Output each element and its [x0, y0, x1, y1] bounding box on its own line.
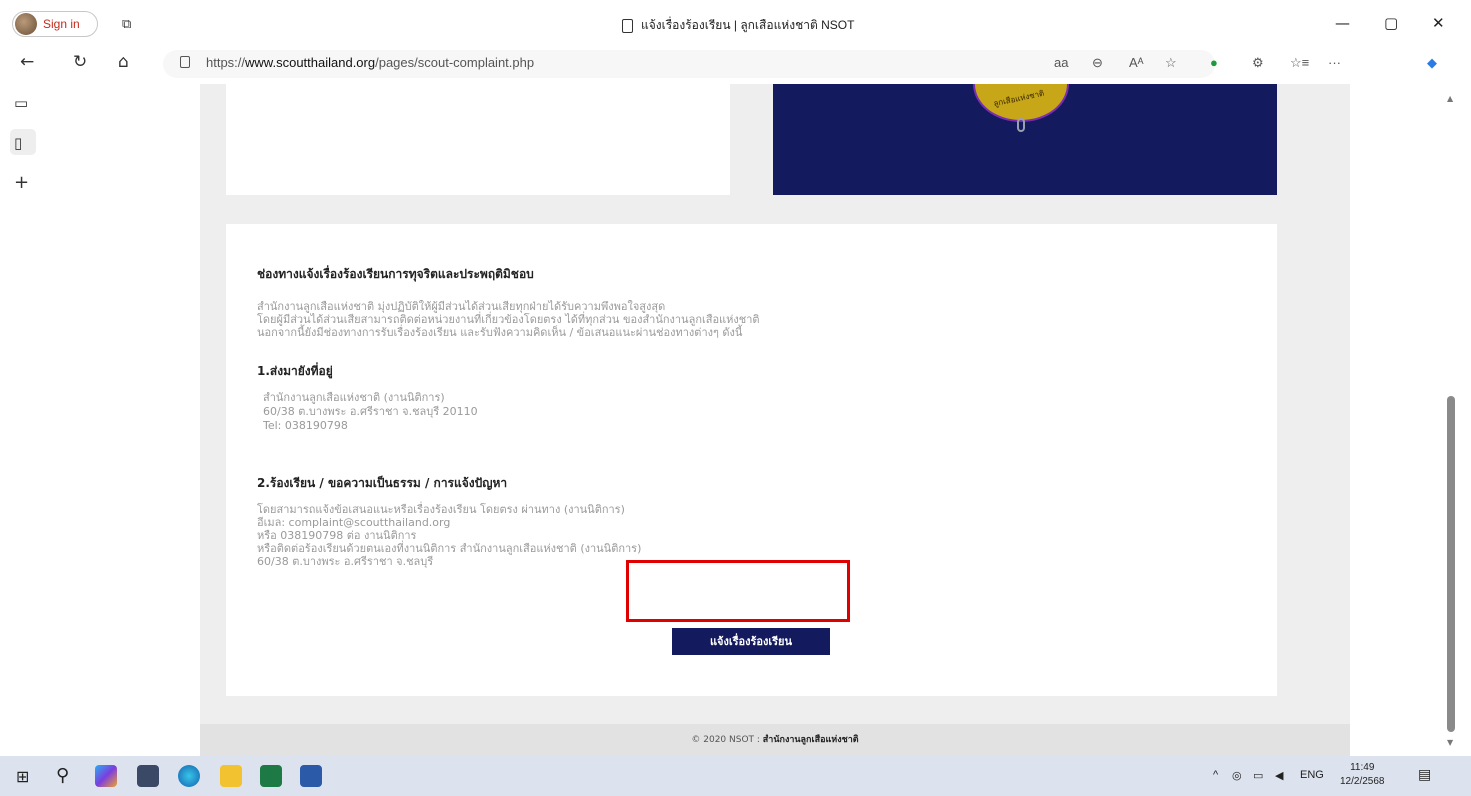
store-app-icon[interactable] [137, 765, 159, 787]
clock-time: 11:49 [1350, 762, 1375, 773]
home-icon[interactable]: ⌂ [118, 52, 129, 72]
page-viewport: ลูกเสือแห่งชาติ ช่องทางแจ้งเรื่องร้องเรี… [46, 84, 1436, 756]
start-icon[interactable]: ⊞ [16, 767, 29, 786]
intro-line: นอกจากนี้ยังมีช่องทางการรับเรื่องร้องเรี… [257, 326, 743, 339]
complaint-channels: โดยสามารถแจ้งข้อเสนอแนะหรือเรื่องร้องเรี… [257, 503, 641, 568]
language-indicator[interactable]: ENG [1300, 769, 1324, 781]
favorite-star-icon[interactable]: ☆ [1165, 55, 1177, 71]
back-icon[interactable]: ← [20, 52, 34, 72]
highlight-box [626, 560, 850, 622]
top-left-card [226, 84, 730, 195]
browser-titlebar: Sign in ⧉ แจ้งเรื่องร้องเรียน | ลูกเสือแ… [0, 0, 1471, 46]
url-text[interactable]: https://www.scoutthailand.org/pages/scou… [206, 55, 534, 70]
scroll-up-icon[interactable]: ▲ [1447, 94, 1453, 103]
channel-line: โดยสามารถแจ้งข้อเสนอแนะหรือเรื่องร้องเรี… [257, 503, 625, 516]
channel-line: หรือติดต่อร้องเรียนด้วยตนเองที่งานนิติกา… [257, 542, 642, 555]
immersive-reader-icon[interactable]: Aᴬ [1129, 55, 1144, 70]
complaint-card: ช่องทางแจ้งเรื่องร้องเรียนการทุจริตและปร… [226, 224, 1277, 696]
address-line: สำนักงานลูกเสือแห่งชาติ (งานนิติการ) [263, 391, 445, 404]
new-tab-icon[interactable]: + [14, 172, 29, 193]
copilot-icon[interactable]: ◆ [1427, 55, 1437, 71]
grammarly-icon[interactable]: ● [1210, 55, 1218, 70]
restore-button[interactable]: ▢ [1384, 14, 1398, 32]
meet-now-icon[interactable]: ◎ [1232, 769, 1242, 782]
refresh-icon[interactable]: ↻ [73, 52, 87, 72]
edge-app-icon[interactable] [178, 765, 200, 787]
close-button[interactable]: ✕ [1432, 14, 1445, 32]
extensions-icon[interactable]: ⚙ [1252, 55, 1264, 71]
address-block: สำนักงานลูกเสือแห่งชาติ (งานนิติการ) 60/… [257, 391, 478, 433]
system-clock[interactable]: 11:49 12/2/2568 [1340, 761, 1385, 789]
excel-app-icon[interactable] [260, 765, 282, 787]
file-explorer-icon[interactable] [220, 765, 242, 787]
section2-title: 2.ร้องเรียน / ขอความเป็นธรรม / การแจ้งปั… [257, 476, 508, 490]
footer-copyright: © 2020 NSOT : [691, 735, 763, 745]
tab-actions-icon[interactable]: ▭ [14, 94, 28, 112]
intro-paragraph: สำนักงานลูกเสือแห่งชาติ มุ่งปฏิบัติให้ผู… [257, 300, 760, 339]
clock-date: 12/2/2568 [1340, 776, 1385, 787]
tab-title: แจ้งเรื่องร้องเรียน | ลูกเสือแห่งชาติ NS… [641, 18, 855, 32]
scroll-down-icon[interactable]: ▼ [1447, 738, 1453, 747]
minimize-button[interactable]: — [1335, 14, 1350, 32]
scrollbar-thumb[interactable] [1447, 396, 1455, 732]
complaint-button[interactable]: แจ้งเรื่องร้องเรียน [672, 628, 830, 655]
sign-in-button[interactable]: Sign in [12, 11, 98, 37]
zoom-icon[interactable]: ⊖ [1092, 55, 1103, 71]
avatar [15, 13, 37, 35]
top-right-banner: ลูกเสือแห่งชาติ [773, 84, 1277, 195]
email-line: อีเมล: complaint@scoutthailand.org [257, 516, 451, 529]
intro-line: สำนักงานลูกเสือแห่งชาติ มุ่งปฏิบัติให้ผู… [257, 300, 666, 313]
windows-taskbar: ⊞ ⚲ ^ ◎ ▭ ◀ ENG 11:49 12/2/2568 ▤ [0, 756, 1471, 796]
search-icon[interactable]: ⚲ [56, 765, 69, 786]
address-line: 60/38 ต.บางพระ อ.ศรีราชา จ.ชลบุรี 20110 [263, 405, 478, 418]
sign-in-label: Sign in [43, 17, 80, 31]
section1-title: 1.ส่งมายังที่อยู่ [257, 364, 333, 378]
page-footer: © 2020 NSOT : สำนักงานลูกเสือแห่งชาติ [200, 724, 1350, 756]
copilot-app-icon[interactable] [95, 765, 117, 787]
active-tab[interactable]: แจ้งเรื่องร้องเรียน | ลูกเสือแห่งชาติ NS… [622, 16, 854, 35]
volume-icon[interactable]: ◀ [1275, 769, 1283, 782]
read-aloud-icon[interactable]: aa [1054, 55, 1068, 70]
show-hidden-icons[interactable]: ^ [1213, 769, 1218, 781]
lock-icon[interactable] [180, 56, 190, 68]
phone-line: หรือ 038190798 ต่อ งานนิติการ [257, 529, 417, 542]
network-icon[interactable]: ▭ [1253, 769, 1263, 782]
address-line: 60/38 ต.บางพระ อ.ศรีราชา จ.ชลบุรี [257, 555, 434, 568]
intro-line: โดยผู้มีส่วนได้ส่วนเสียสามารถติดต่อหน่วย… [257, 313, 760, 326]
notification-icon[interactable]: ▤ [1418, 766, 1431, 783]
favorites-icon[interactable]: ☆≡ [1290, 55, 1309, 71]
nsot-logo-icon: ลูกเสือแห่งชาติ [973, 84, 1069, 132]
workspaces-icon[interactable]: ⧉ [122, 17, 131, 32]
phone-line: Tel: 038190798 [263, 419, 348, 432]
page-tab-icon[interactable]: ▯ [14, 134, 22, 152]
more-menu-icon[interactable]: ··· [1328, 55, 1341, 70]
page-icon [622, 18, 633, 33]
footer-org: สำนักงานลูกเสือแห่งชาติ [762, 735, 859, 745]
word-app-icon[interactable] [300, 765, 322, 787]
page-title: ช่องทางแจ้งเรื่องร้องเรียนการทุจริตและปร… [257, 267, 534, 281]
